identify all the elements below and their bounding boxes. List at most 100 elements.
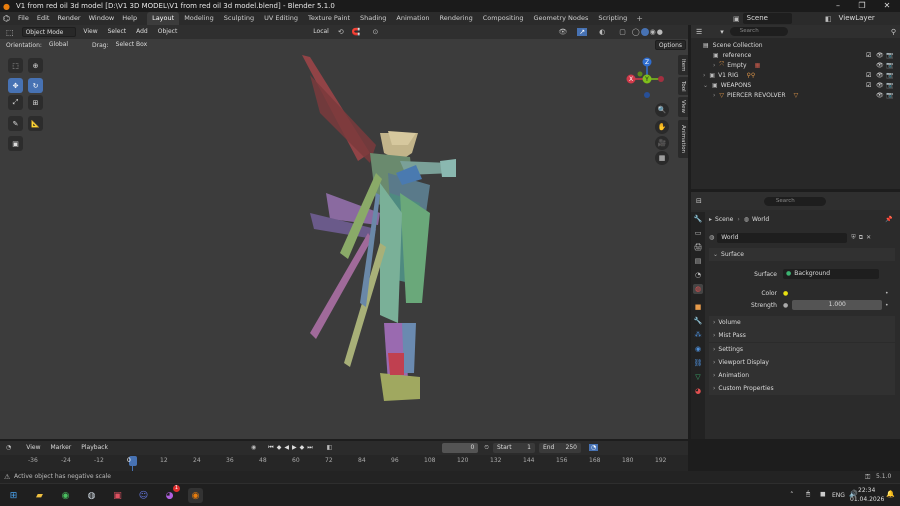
- discord-button[interactable]: ☺: [136, 488, 151, 503]
- eye-icon[interactable]: 👁: [876, 62, 884, 69]
- gizmo-toggle-icon[interactable]: ↗: [577, 28, 588, 36]
- end-frame-field[interactable]: End 250: [538, 442, 581, 453]
- keying-icon[interactable]: ◧: [327, 444, 333, 451]
- material-shading-icon[interactable]: ◉: [650, 28, 656, 36]
- properties-search-input[interactable]: Search: [763, 196, 826, 206]
- timeline-editor-icon[interactable]: ◔: [6, 444, 11, 451]
- transform-tool[interactable]: ⊞: [28, 95, 43, 110]
- eye-icon[interactable]: 👁: [876, 82, 884, 89]
- view-layer-name[interactable]: ViewLayer: [835, 13, 879, 24]
- rotate-tool[interactable]: ↻: [28, 78, 43, 93]
- jump-end-icon[interactable]: ⏭: [307, 444, 312, 452]
- play-icon[interactable]: ▶: [292, 444, 297, 452]
- checkbox-icon[interactable]: ☑: [866, 72, 871, 79]
- menu-file[interactable]: File: [14, 12, 33, 25]
- tab-tool[interactable]: Tool: [678, 77, 688, 95]
- filter-icon[interactable]: ⚲: [891, 28, 896, 36]
- keyframe-dot-icon[interactable]: •: [885, 302, 889, 309]
- measure-tool[interactable]: 📐: [28, 116, 43, 131]
- tab-geometry-nodes[interactable]: Geometry Nodes: [529, 12, 594, 25]
- properties-editor-icon[interactable]: ⊟: [696, 197, 702, 205]
- viewport-3d[interactable]: ⬚ Object Mode View Select Add Object Loc…: [0, 25, 688, 439]
- animation-panel-header[interactable]: › Animation: [709, 369, 895, 382]
- menu-object[interactable]: Object: [155, 27, 181, 37]
- xray-icon[interactable]: ▢: [619, 28, 626, 36]
- outliner-display-mode-icon[interactable]: ▾: [720, 28, 724, 36]
- keyframe-dot-icon[interactable]: •: [885, 290, 889, 297]
- expand-arrow-icon[interactable]: ⌄: [703, 82, 708, 89]
- menu-render[interactable]: Render: [53, 12, 84, 25]
- scene-name[interactable]: Scene: [742, 13, 792, 24]
- jump-start-icon[interactable]: ⏮: [268, 444, 273, 452]
- outliner-item-weapons[interactable]: ⌄ ▣ WEAPONS ☑ 👁 📷: [691, 80, 900, 90]
- rendered-shading-icon[interactable]: ●: [657, 28, 663, 36]
- play-reverse-icon[interactable]: ◀: [284, 444, 289, 452]
- start-frame-field[interactable]: Start 1: [492, 442, 535, 453]
- outliner-item-piercer-revolver[interactable]: › ▽ PIERCER REVOLVER ▽ 👁 📷: [691, 90, 900, 100]
- tab-shading[interactable]: Shading: [355, 12, 391, 25]
- expand-arrow-icon[interactable]: ›: [703, 72, 705, 79]
- timeline-menu-playback[interactable]: Playback: [78, 443, 111, 453]
- prev-keyframe-icon[interactable]: ◆: [277, 444, 282, 452]
- options-dropdown[interactable]: Options: [654, 40, 686, 50]
- clock-date[interactable]: 01.04.2026: [850, 496, 884, 503]
- copy-icon[interactable]: ⧉: [859, 234, 863, 242]
- menu-add[interactable]: Add: [133, 27, 151, 37]
- eye-icon[interactable]: 👁: [876, 72, 884, 79]
- orientation-dropdown[interactable]: Global: [46, 40, 86, 50]
- tab-compositing[interactable]: Compositing: [478, 12, 529, 25]
- add-cube-tool[interactable]: ▣: [8, 136, 23, 151]
- menu-view[interactable]: View: [80, 27, 100, 37]
- tab-animation-panel[interactable]: Animation: [678, 120, 688, 158]
- checkbox-icon[interactable]: ☑: [866, 82, 871, 89]
- eye-icon[interactable]: 👁: [876, 52, 884, 59]
- outliner-item-reference[interactable]: ▣ reference ☑ 👁 📷: [691, 50, 900, 60]
- viewport-display-panel-header[interactable]: › Viewport Display: [709, 356, 895, 369]
- volume-panel-header[interactable]: › Volume: [709, 316, 895, 329]
- tab-view[interactable]: View: [678, 97, 688, 117]
- custom-properties-panel-header[interactable]: › Custom Properties: [709, 382, 895, 395]
- tab-particles-props[interactable]: ⁂: [693, 330, 703, 340]
- pin-icon[interactable]: 📌: [885, 216, 892, 223]
- outliner-scene-collection[interactable]: ▤ Scene Collection: [691, 40, 900, 50]
- navigation-gizmo[interactable]: Z X Y: [622, 53, 672, 103]
- outliner-editor-icon[interactable]: ☰: [696, 28, 702, 36]
- tray-chevron-icon[interactable]: ˄: [790, 491, 794, 499]
- language-indicator[interactable]: ENG: [832, 492, 845, 499]
- maximize-button[interactable]: ❐: [851, 0, 873, 12]
- tab-animation[interactable]: Animation: [391, 12, 434, 25]
- world-datablock[interactable]: ◍ World ⛨ ⧉ ✕: [709, 232, 895, 243]
- blender-menu-icon[interactable]: ⌬: [3, 14, 10, 23]
- drag-dropdown[interactable]: Select Box: [113, 40, 156, 50]
- render-icon[interactable]: 📷: [886, 82, 893, 89]
- add-workspace-icon[interactable]: +: [632, 14, 647, 23]
- select-box-tool[interactable]: ⬚: [8, 58, 23, 73]
- tray-app2-icon[interactable]: ◼: [820, 490, 826, 498]
- camera-view-button[interactable]: 🎥: [655, 136, 669, 150]
- pivot-icon[interactable]: ⟲: [338, 28, 344, 36]
- tab-scripting[interactable]: Scripting: [593, 12, 632, 25]
- pan-button[interactable]: ✋: [655, 120, 669, 134]
- minimize-button[interactable]: –: [827, 0, 849, 12]
- tab-sculpting[interactable]: Sculpting: [219, 12, 259, 25]
- tab-view-layer-props[interactable]: ▤: [693, 256, 703, 266]
- annotate-tool[interactable]: ✎: [8, 116, 23, 131]
- next-keyframe-icon[interactable]: ◆: [300, 444, 305, 452]
- tab-data-props[interactable]: ▽: [693, 372, 703, 382]
- tab-output-props[interactable]: 🖨: [693, 242, 703, 252]
- expand-arrow-icon[interactable]: ›: [713, 62, 715, 69]
- tab-texture-paint[interactable]: Texture Paint: [303, 12, 355, 25]
- menu-select[interactable]: Select: [105, 27, 130, 37]
- move-tool[interactable]: ✥: [8, 78, 23, 93]
- zoom-button[interactable]: 🔍: [655, 103, 669, 117]
- proportional-edit-icon[interactable]: ⊙: [372, 28, 378, 36]
- tab-layout[interactable]: Layout: [147, 12, 180, 25]
- render-icon[interactable]: 📷: [886, 52, 893, 59]
- timeline-menu-marker[interactable]: Marker: [48, 443, 75, 453]
- tab-material-props[interactable]: ◕: [693, 386, 703, 396]
- eye-icon[interactable]: 👁: [876, 92, 884, 99]
- close-window-button[interactable]: ✕: [876, 0, 898, 12]
- checkbox-icon[interactable]: ☑: [866, 52, 871, 59]
- app-button[interactable]: ▣: [110, 488, 125, 503]
- tab-physics-props[interactable]: ◉: [693, 344, 703, 354]
